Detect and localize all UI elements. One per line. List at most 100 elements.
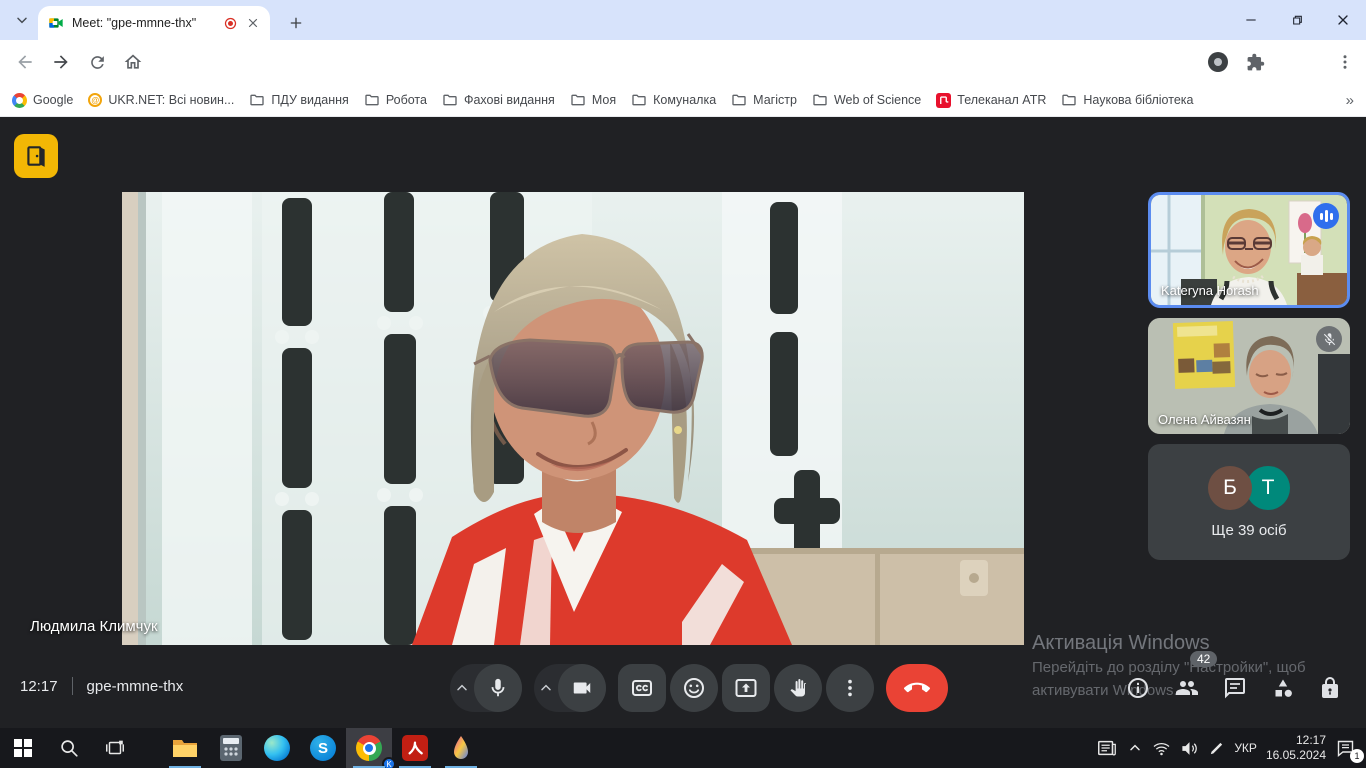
start-button[interactable] [0, 728, 46, 768]
tab-close-icon[interactable] [246, 16, 260, 30]
taskbar-acrobat[interactable] [392, 728, 438, 768]
participant-tile-olena[interactable]: Олена Айвазян [1148, 318, 1350, 434]
wifi-icon[interactable] [1152, 739, 1171, 758]
taskbar-edge[interactable] [254, 728, 300, 768]
folder-icon [731, 92, 747, 108]
bookmark-folder-library[interactable]: Наукова бібліотека [1061, 92, 1193, 108]
tray-date: 16.05.2024 [1266, 748, 1326, 763]
browser-toolbar: meet.google.com/gpe-mmne-thx?authuser=0 … [0, 40, 1366, 84]
bookmark-folder-robota[interactable]: Робота [364, 92, 427, 108]
reload-button[interactable] [82, 47, 112, 77]
avatar: Б [1208, 466, 1252, 510]
folder-icon [812, 92, 828, 108]
bookmark-google[interactable]: Google [12, 93, 73, 108]
browser-menu-button[interactable] [1330, 47, 1360, 77]
meeting-clock: 12:17 [20, 678, 58, 695]
end-call-button[interactable] [886, 664, 948, 712]
bookmark-folder-fahovi[interactable]: Фахові видання [442, 92, 555, 108]
search-button[interactable] [46, 728, 92, 768]
language-indicator[interactable]: УКР [1234, 741, 1257, 755]
participants-count-badge: 42 [1190, 651, 1217, 667]
tab-title: Meet: "gpe-mmne-thx" [72, 16, 215, 30]
volume-icon[interactable] [1180, 739, 1199, 758]
folder-icon [1061, 92, 1077, 108]
meet-favicon [48, 15, 64, 31]
mic-options-chevron[interactable] [450, 680, 474, 696]
new-tab-button[interactable] [282, 9, 310, 37]
back-button[interactable] [10, 47, 40, 77]
notification-badge: 1 [1350, 749, 1364, 763]
camera-button[interactable] [558, 664, 606, 712]
folder-icon [249, 92, 265, 108]
meeting-panels [1126, 676, 1342, 700]
bookmark-folder-wos[interactable]: Web of Science [812, 92, 921, 108]
tray-time: 12:17 [1266, 733, 1326, 748]
avatar-group: Б Т [1208, 466, 1290, 510]
meet-page: Людмила Климчук [0, 117, 1366, 728]
speaking-indicator-icon [1313, 203, 1339, 229]
task-view-button[interactable] [92, 728, 138, 768]
screen: Meet: "gpe-mmne-thx" meet.google.com/gpe… [0, 0, 1366, 768]
participant-name: Kateryna Horash [1161, 283, 1259, 298]
more-options-button[interactable] [826, 664, 874, 712]
reactions-button[interactable] [670, 664, 718, 712]
action-center-button[interactable]: 1 [1335, 738, 1362, 759]
tab-search-button[interactable] [8, 7, 36, 33]
camera-options-chevron[interactable] [534, 680, 558, 696]
browser-tab[interactable]: Meet: "gpe-mmne-thx" [38, 6, 270, 40]
activities-icon[interactable] [1271, 676, 1295, 700]
participants-icon[interactable] [1174, 676, 1200, 700]
window-close-button[interactable] [1320, 0, 1366, 40]
mic-button-group [450, 664, 522, 712]
avatar: Т [1246, 466, 1290, 510]
mic-button[interactable] [474, 664, 522, 712]
bookmark-folder-komunalka[interactable]: Комуналка [631, 92, 716, 108]
window-minimize-button[interactable] [1228, 0, 1274, 40]
extensions-puzzle-icon[interactable] [1240, 47, 1270, 77]
participant-tile-kateryna[interactable]: Kateryna Horash [1148, 192, 1350, 308]
forward-button[interactable] [46, 47, 76, 77]
bookmark-atr[interactable]: Телеканал ATR [936, 93, 1046, 108]
bookmark-folder-magistr[interactable]: Магістр [731, 92, 797, 108]
folder-icon [442, 92, 458, 108]
folder-icon [570, 92, 586, 108]
chat-icon[interactable] [1223, 676, 1247, 700]
main-participant-name: Людмила Климчук [30, 618, 158, 635]
hidden-icons-chevron[interactable] [1127, 740, 1143, 756]
google-logo-icon [12, 93, 27, 108]
pen-icon[interactable] [1208, 740, 1225, 757]
skype-icon: S [310, 735, 336, 761]
participant-name: Олена Айвазян [1158, 412, 1251, 427]
raise-hand-button[interactable] [774, 664, 822, 712]
taskbar-paint3d[interactable] [438, 728, 484, 768]
widgets-icon[interactable] [1096, 737, 1118, 759]
bookmark-folder-pdu[interactable]: ПДУ видання [249, 92, 348, 108]
atr-logo-icon [936, 93, 951, 108]
extension-door-icon[interactable] [14, 134, 58, 178]
ukrnet-logo-icon: @ [88, 93, 102, 107]
captions-button[interactable] [618, 664, 666, 712]
camera-button-group [534, 664, 606, 712]
more-participants-tile[interactable]: Б Т Ще 39 осіб [1148, 444, 1350, 560]
taskbar-calculator[interactable] [208, 728, 254, 768]
meeting-details-icon[interactable] [1126, 676, 1150, 700]
taskbar-chrome[interactable]: K [346, 728, 392, 768]
meeting-code: gpe-mmne-thx [87, 678, 184, 695]
window-restore-button[interactable] [1274, 0, 1320, 40]
bookmarks-overflow-button[interactable]: » [1346, 92, 1354, 109]
bookmarks-bar: Google @UKR.NET: Всі новин... ПДУ виданн… [0, 84, 1366, 117]
present-button[interactable] [722, 664, 770, 712]
tab-recording-icon [223, 16, 238, 31]
acrobat-icon [402, 735, 428, 761]
main-video-tile[interactable] [122, 192, 1024, 645]
home-button[interactable] [118, 47, 148, 77]
bookmark-folder-moya[interactable]: Моя [570, 92, 616, 108]
taskbar-file-explorer[interactable] [162, 728, 208, 768]
taskbar-skype[interactable]: S [300, 728, 346, 768]
taskbar-clock[interactable]: 12:17 16.05.2024 [1266, 733, 1326, 763]
divider [72, 677, 73, 695]
extension-icon[interactable] [1203, 47, 1233, 77]
folder-icon [364, 92, 380, 108]
bookmark-ukrnet[interactable]: @UKR.NET: Всі новин... [88, 93, 234, 107]
host-controls-icon[interactable] [1318, 676, 1342, 700]
